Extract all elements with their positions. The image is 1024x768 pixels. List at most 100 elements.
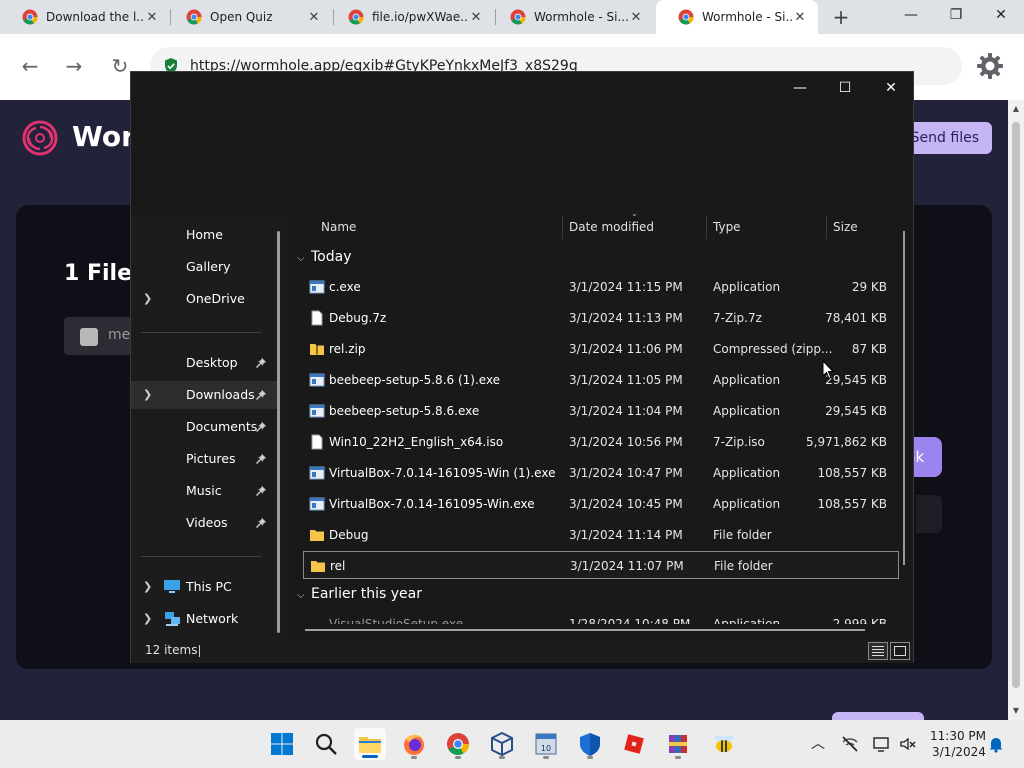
search-button[interactable]	[310, 728, 342, 760]
taskbar-defender[interactable]	[574, 728, 606, 760]
horizontal-scrollbar[interactable]	[305, 629, 865, 631]
maximize-icon[interactable]: ❐	[934, 0, 978, 34]
scroll-thumb[interactable]	[1012, 122, 1020, 688]
file-size: 108,557 KB	[817, 466, 887, 480]
document-icon	[311, 310, 323, 326]
taskbar-app-installer[interactable]: 10	[530, 728, 562, 760]
nav-item-videos[interactable]: Videos	[131, 509, 279, 537]
chevron-right-icon[interactable]: ❯	[143, 605, 152, 633]
chevron-right-icon[interactable]: ❯	[143, 285, 152, 313]
close-window-icon[interactable]: ✕	[979, 0, 1023, 34]
link-field[interactable]	[916, 495, 942, 533]
chevron-right-icon[interactable]: ❯	[143, 573, 152, 601]
running-indicator	[411, 756, 417, 759]
tab-wormhole-active[interactable]: Wormhole - Si... ✕	[656, 0, 818, 34]
column-header-name[interactable]: Name	[321, 215, 356, 239]
close-icon[interactable]: ✕	[868, 74, 914, 102]
group-header-today[interactable]: ⌵ Today	[297, 244, 352, 270]
nav-scrollbar[interactable]	[277, 231, 280, 633]
nav-item-music[interactable]: Music	[131, 477, 279, 505]
group-header-earlier[interactable]: ⌵ Earlier this year	[297, 581, 422, 607]
details-view-icon[interactable]	[868, 642, 888, 660]
tiles-view-icon[interactable]	[890, 642, 910, 660]
vertical-scrollbar[interactable]	[903, 231, 905, 565]
mouse-pointer-icon	[822, 360, 834, 380]
file-row[interactable]: beebeep-setup-5.8.6 (1).exe 3/1/2024 11:…	[303, 366, 899, 394]
column-header-type[interactable]: Type	[713, 215, 741, 239]
display-icon[interactable]	[872, 734, 892, 754]
taskbar-chrome[interactable]	[442, 728, 474, 760]
close-tab-icon[interactable]: ✕	[792, 10, 808, 25]
start-button[interactable]	[266, 728, 298, 760]
file-row[interactable]: Debug.7z 3/1/2024 11:13 PM 7-Zip.7z 78,4…	[303, 304, 899, 332]
taskbar-firefox[interactable]	[398, 728, 430, 760]
file-row-partial[interactable]: VisualStudioSetup.exe 1/28/2024 10:48 PM…	[303, 614, 899, 624]
bottom-button[interactable]	[832, 712, 924, 720]
column-separator[interactable]	[562, 215, 563, 239]
nav-item-gallery[interactable]: Gallery	[131, 253, 279, 281]
forward-arrow-icon[interactable]: →	[60, 52, 88, 80]
gear-icon[interactable]	[976, 52, 1004, 80]
file-row[interactable]: VirtualBox-7.0.14-161095-Win.exe 3/1/202…	[303, 490, 899, 518]
taskbar-time[interactable]: 11:30 PM	[930, 729, 986, 743]
notification-bell-icon[interactable]	[986, 734, 1006, 754]
maximize-icon[interactable]: ☐	[822, 74, 868, 102]
file-row[interactable]: Debug 3/1/2024 11:14 PM File folder	[303, 521, 899, 549]
nav-item-downloads[interactable]: ❯ Downloads	[131, 381, 279, 409]
chevron-up-icon[interactable]: ︿	[808, 734, 828, 754]
file-row[interactable]: Win10_22H2_English_x64.iso 3/1/2024 10:5…	[303, 428, 899, 456]
nav-item-pictures[interactable]: Pictures	[131, 445, 279, 473]
column-header-date[interactable]: Date modified	[569, 215, 654, 239]
column-header-size[interactable]: Size	[833, 215, 858, 239]
scroll-up-icon[interactable]: ▲	[1008, 102, 1024, 116]
close-tab-icon[interactable]: ✕	[144, 10, 160, 25]
file-size: 78,401 KB	[825, 311, 887, 325]
back-arrow-icon[interactable]: ←	[16, 52, 44, 80]
group-label: Today	[311, 249, 352, 265]
tab-wormhole-1[interactable]: Wormhole - Si... ✕	[488, 0, 654, 34]
minimize-icon[interactable]: —	[777, 74, 823, 102]
scroll-down-icon[interactable]: ▼	[1008, 704, 1024, 718]
file-row-selected[interactable]: rel 3/1/2024 11:07 PM File folder	[303, 551, 899, 579]
nav-label: Gallery	[186, 259, 231, 274]
new-tab-button[interactable]: +	[828, 4, 854, 30]
nav-item-documents[interactable]: Documents	[131, 413, 279, 441]
monitor-icon	[164, 580, 180, 593]
taskbar-beebeep[interactable]	[708, 728, 740, 760]
taskbar-date[interactable]: 3/1/2024	[932, 745, 986, 759]
column-separator[interactable]	[826, 215, 827, 239]
status-bar: 12 items	[131, 639, 913, 663]
nav-item-desktop[interactable]: Desktop	[131, 349, 279, 377]
file-row[interactable]: c.exe 3/1/2024 11:15 PM Application 29 K…	[303, 273, 899, 301]
file-row[interactable]: beebeep-setup-5.8.6.exe 3/1/2024 11:04 P…	[303, 397, 899, 425]
file-size: 5,971,862 KB	[806, 435, 887, 449]
nav-item-onedrive[interactable]: ❯ OneDrive	[131, 285, 279, 313]
network-status-icon[interactable]	[840, 734, 860, 754]
send-files-button[interactable]: Send files	[906, 122, 992, 154]
file-row[interactable]: VirtualBox-7.0.14-161095-Win (1).exe 3/1…	[303, 459, 899, 487]
close-tab-icon[interactable]: ✕	[468, 10, 484, 25]
minimize-icon[interactable]: —	[889, 0, 933, 34]
chevron-right-icon[interactable]: ❯	[143, 381, 152, 409]
nav-item-network[interactable]: ❯ Network	[131, 605, 279, 633]
taskbar-virtualbox[interactable]	[486, 728, 518, 760]
column-separator[interactable]	[706, 215, 707, 239]
file-date: 3/1/2024 10:47 PM	[569, 466, 683, 480]
file-date: 3/1/2024 10:45 PM	[569, 497, 683, 511]
volume-muted-icon[interactable]	[898, 734, 918, 754]
close-tab-icon[interactable]: ✕	[628, 10, 644, 25]
nav-item-this-pc[interactable]: ❯ This PC	[131, 573, 279, 601]
taskbar: 10 ︿ 11:30 PM 3/1/2024	[0, 720, 1024, 768]
tab-open-quiz[interactable]: Open Quiz ✕	[164, 0, 332, 34]
close-tab-icon[interactable]: ✕	[306, 10, 322, 25]
monitor-icon	[873, 737, 889, 752]
taskbar-file-explorer[interactable]	[354, 728, 386, 760]
page-scrollbar[interactable]: ▲ ▼	[1008, 100, 1024, 720]
tab-file-io[interactable]: file.io/pwXWae... ✕	[326, 0, 494, 34]
taskbar-winrar[interactable]	[662, 728, 694, 760]
tab-download[interactable]: Download the l... ✕	[0, 0, 170, 34]
taskbar-roblox[interactable]	[618, 728, 650, 760]
file-row[interactable]: rel.zip 3/1/2024 11:06 PM Compressed (zi…	[303, 335, 899, 363]
nav-item-home[interactable]: Home	[131, 221, 279, 249]
running-indicator	[499, 756, 505, 759]
